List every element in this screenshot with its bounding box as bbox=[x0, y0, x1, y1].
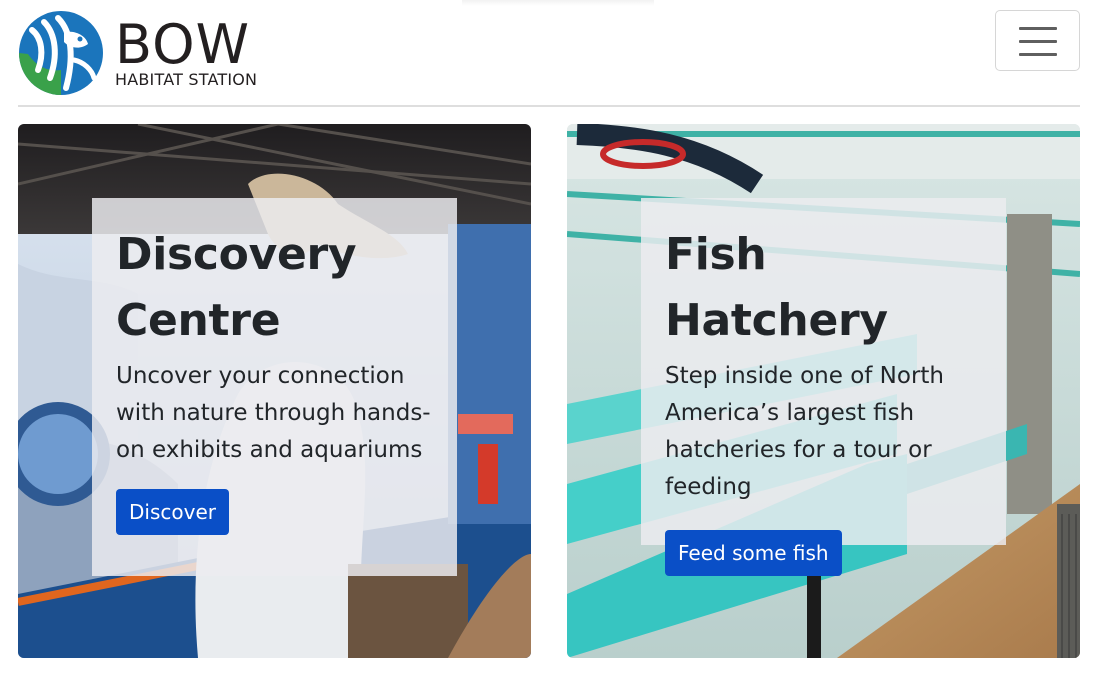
hamburger-menu-icon bbox=[1019, 27, 1057, 30]
logo-wordmark: BOW bbox=[115, 13, 250, 76]
hamburger-menu-icon bbox=[1019, 53, 1057, 56]
fish-hatchery-card: Fish Hatchery Step inside one of North A… bbox=[567, 124, 1080, 658]
card-description: Uncover your connection with nature thro… bbox=[116, 363, 431, 463]
feed-some-fish-button[interactable]: Feed some fish bbox=[665, 530, 842, 576]
menu-toggle-button[interactable] bbox=[995, 10, 1080, 71]
card-title: Fish Hatchery bbox=[665, 229, 888, 346]
discover-button[interactable]: Discover bbox=[116, 489, 229, 535]
discovery-centre-panel: Discovery Centre Uncover your connection… bbox=[92, 198, 457, 576]
hamburger-menu-icon bbox=[1019, 40, 1057, 43]
discovery-centre-card: Discovery Centre Uncover your connection… bbox=[18, 124, 531, 658]
bow-habitat-logo[interactable]: BOW HABITAT STATION bbox=[18, 8, 278, 96]
logo-mark-icon bbox=[19, 11, 103, 95]
fish-hatchery-panel: Fish Hatchery Step inside one of North A… bbox=[641, 198, 1006, 576]
card-title: Discovery Centre bbox=[116, 229, 357, 346]
site-header: BOW HABITAT STATION bbox=[18, 0, 1080, 107]
logo-subtitle: HABITAT STATION bbox=[115, 70, 258, 89]
card-description: Step inside one of North America’s large… bbox=[665, 363, 944, 500]
